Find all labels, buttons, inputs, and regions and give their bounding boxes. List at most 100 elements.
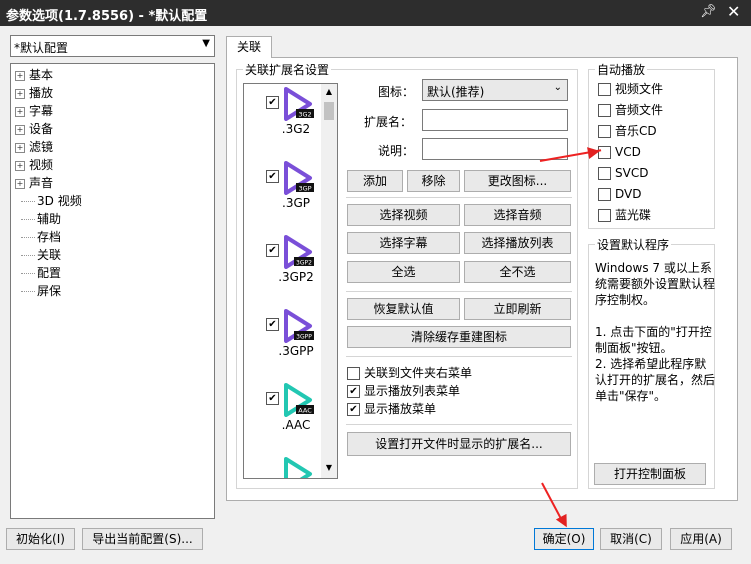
checkbox[interactable] bbox=[347, 367, 360, 380]
ok-button[interactable]: 确定(O) bbox=[534, 528, 594, 550]
svg-text:3GPP: 3GPP bbox=[296, 334, 312, 341]
tree-item-label: 配置 bbox=[37, 266, 62, 280]
default-program-hint: Windows 7 或以上系统需要额外设置默认程序控制权。 1. 点击下面的"打… bbox=[595, 261, 716, 403]
autoplay-vcd[interactable]: VCD bbox=[598, 143, 641, 161]
set-open-ext-button[interactable]: 设置打开文件时显示的扩展名... bbox=[347, 432, 571, 456]
option-folder-menu[interactable]: 关联到文件夹右菜单 bbox=[347, 364, 472, 382]
pin-icon[interactable]: 📌︎ bbox=[700, 4, 717, 19]
select-all-button[interactable]: 全选 bbox=[347, 261, 460, 283]
export-config-button[interactable]: 导出当前配置(S)... bbox=[82, 528, 203, 550]
apply-button[interactable]: 应用(A) bbox=[670, 528, 732, 550]
svg-text:3GP: 3GP bbox=[298, 185, 311, 193]
refresh-now-button[interactable]: 立即刷新 bbox=[464, 298, 571, 320]
expand-icon[interactable]: + bbox=[15, 142, 25, 153]
tree-item-label: 字幕 bbox=[29, 104, 54, 118]
ext-checkbox[interactable]: ✔ bbox=[266, 244, 279, 257]
icon-select[interactable]: 默认(推荐) ⌄ bbox=[422, 79, 568, 101]
close-icon[interactable]: ✕ bbox=[727, 2, 740, 21]
list-item[interactable]: ✔ AAC .AAC bbox=[244, 380, 322, 454]
checkbox[interactable]: ✔ bbox=[347, 385, 360, 398]
tree-item-assist[interactable]: 辅助 bbox=[19, 210, 61, 228]
tree-item-config[interactable]: 配置 bbox=[19, 264, 61, 282]
autoplay-music-cd[interactable]: 音乐CD bbox=[598, 122, 657, 140]
tree-item-device[interactable]: + 设备 bbox=[15, 120, 53, 138]
option-playlist-menu[interactable]: ✔ 显示播放列表菜单 bbox=[347, 382, 460, 400]
desc-input[interactable] bbox=[422, 138, 568, 160]
divider bbox=[346, 356, 572, 357]
cancel-button[interactable]: 取消(C) bbox=[600, 528, 662, 550]
option-label: SVCD bbox=[615, 166, 649, 180]
select-none-button[interactable]: 全不选 bbox=[464, 261, 571, 283]
scrollbar-thumb[interactable] bbox=[324, 102, 334, 120]
select-subtitle-button[interactable]: 选择字幕 bbox=[347, 232, 460, 254]
autoplay-video-files[interactable]: 视频文件 bbox=[598, 80, 663, 98]
restore-default-button[interactable]: 恢复默认值 bbox=[347, 298, 460, 320]
remove-button[interactable]: 移除 bbox=[407, 170, 460, 192]
tree-item-playback[interactable]: + 播放 bbox=[15, 84, 53, 102]
tree-item-subtitle[interactable]: + 字幕 bbox=[15, 102, 53, 120]
list-item[interactable] bbox=[244, 454, 322, 478]
ext-name-input[interactable] bbox=[422, 109, 568, 131]
checkbox[interactable] bbox=[598, 209, 611, 222]
checkbox[interactable] bbox=[598, 125, 611, 138]
autoplay-dvd[interactable]: DVD bbox=[598, 185, 641, 203]
list-item[interactable]: ✔ 3GP2 .3GP2 bbox=[244, 232, 322, 306]
divider bbox=[346, 197, 572, 198]
autoplay-svcd[interactable]: SVCD bbox=[598, 164, 648, 182]
list-item[interactable]: ✔ 3G2 .3G2 bbox=[244, 84, 322, 158]
scroll-down-icon[interactable]: ▼ bbox=[321, 460, 337, 476]
init-button[interactable]: 初始化(I) bbox=[6, 528, 75, 550]
add-button[interactable]: 添加 bbox=[347, 170, 403, 192]
autoplay-bluray[interactable]: 蓝光碟 bbox=[598, 206, 651, 224]
svg-text:3GP2: 3GP2 bbox=[296, 260, 312, 267]
expand-icon[interactable]: + bbox=[15, 70, 25, 81]
option-play-menu[interactable]: ✔ 显示播放菜单 bbox=[347, 400, 436, 418]
list-item[interactable]: ✔ 3GPP .3GPP bbox=[244, 306, 322, 380]
tree-item-video[interactable]: + 视频 bbox=[15, 156, 53, 174]
expand-icon[interactable]: + bbox=[15, 160, 25, 171]
expand-icon[interactable]: + bbox=[15, 106, 25, 117]
settings-tree[interactable]: + 基本 + 播放 + 字幕 + 设备 + 滤镜 + 视频 + 声音 3D 视频 辅助 存档 … bbox=[10, 63, 215, 519]
ext-checkbox[interactable]: ✔ bbox=[266, 392, 279, 405]
autoplay-audio-files[interactable]: 音频文件 bbox=[598, 101, 663, 119]
ext-checkbox[interactable]: ✔ bbox=[266, 318, 279, 331]
option-label: VCD bbox=[615, 145, 641, 159]
expand-icon[interactable]: + bbox=[15, 88, 25, 99]
tree-item-basic[interactable]: + 基本 bbox=[15, 66, 53, 84]
tree-item-association[interactable]: 关联 bbox=[19, 246, 61, 264]
checkbox[interactable] bbox=[598, 188, 611, 201]
checkbox[interactable] bbox=[598, 83, 611, 96]
expand-icon[interactable]: + bbox=[15, 178, 25, 189]
select-video-button[interactable]: 选择视频 bbox=[347, 204, 460, 226]
option-label: 显示播放菜单 bbox=[364, 402, 437, 416]
checkbox[interactable] bbox=[598, 104, 611, 117]
media-file-icon: 3GPP bbox=[284, 309, 314, 343]
option-label: 显示播放列表菜单 bbox=[364, 384, 461, 398]
clear-cache-button[interactable]: 清除缓存重建图标 bbox=[347, 326, 571, 348]
profile-select[interactable]: *默认配置 ▼ bbox=[10, 35, 215, 57]
scroll-up-icon[interactable]: ▲ bbox=[321, 84, 337, 100]
tree-item-label: 存档 bbox=[37, 230, 62, 244]
extension-list[interactable]: ✔ 3G2 .3G2 ✔ 3GP .3GP ✔ 3GP2 .3GP2 ✔ 3GP… bbox=[243, 83, 338, 479]
default-program-title: 设置默认程序 bbox=[595, 236, 672, 253]
scrollbar[interactable]: ▲ ▼ bbox=[321, 84, 337, 478]
ext-checkbox[interactable]: ✔ bbox=[266, 170, 279, 183]
select-audio-button[interactable]: 选择音频 bbox=[464, 204, 571, 226]
checkbox[interactable]: ✔ bbox=[347, 403, 360, 416]
tree-item-archive[interactable]: 存档 bbox=[19, 228, 61, 246]
option-label: DVD bbox=[615, 187, 642, 201]
open-control-panel-button[interactable]: 打开控制面板 bbox=[594, 463, 706, 485]
checkbox[interactable] bbox=[598, 167, 611, 180]
tree-item-filter[interactable]: + 滤镜 bbox=[15, 138, 53, 156]
tree-item-3d-video[interactable]: 3D 视频 bbox=[19, 192, 82, 210]
media-file-icon: 3GP2 bbox=[284, 235, 314, 269]
list-item[interactable]: ✔ 3GP .3GP bbox=[244, 158, 322, 232]
ext-checkbox[interactable]: ✔ bbox=[266, 96, 279, 109]
tree-item-audio[interactable]: + 声音 bbox=[15, 174, 53, 192]
tab-association[interactable]: 关联 bbox=[226, 36, 272, 58]
expand-icon[interactable]: + bbox=[15, 124, 25, 135]
tree-item-screensaver[interactable]: 屏保 bbox=[19, 282, 61, 300]
option-label: 音乐CD bbox=[615, 124, 657, 138]
select-playlist-button[interactable]: 选择播放列表 bbox=[464, 232, 571, 254]
change-icon-button[interactable]: 更改图标... bbox=[464, 170, 571, 192]
